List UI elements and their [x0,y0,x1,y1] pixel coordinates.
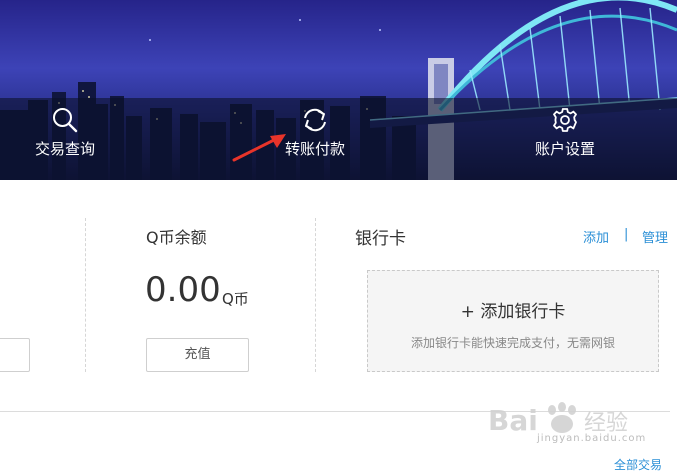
svg-text:Bai: Bai [488,404,538,437]
gear-icon [553,108,577,132]
qcoin-balance-amount: 0.00 [145,270,221,310]
watermark-url: jingyan.baidu.com [537,433,647,444]
nav-account-settings[interactable]: 账户设置 [524,104,606,174]
qcoin-balance-unit: Q币 [222,290,249,308]
add-bank-card-link[interactable]: 添加 [583,227,609,246]
add-bank-card-box[interactable]: + 添加银行卡 添加银行卡能快速完成支付，无需网银 [367,270,659,372]
add-bank-card-description: 添加银行卡能快速完成支付，无需网银 [410,336,615,350]
bank-card-title: 银行卡 [355,229,406,249]
search-icon [53,108,78,133]
nav-transaction-query[interactable]: 交易查询 [24,104,106,174]
nav-label-transaction-query: 交易查询 [34,140,95,158]
column-divider [315,218,316,372]
column-divider [85,218,86,372]
recharge-button[interactable]: 充值 [146,338,249,372]
link-separator: | [624,227,629,242]
manage-bank-card-link[interactable]: 管理 [642,227,668,246]
annotation-arrow-icon [232,134,286,162]
partial-button[interactable] [0,338,30,372]
nav-label-account-settings: 账户设置 [534,140,595,158]
add-bank-card-title: + 添加银行卡 [460,302,566,322]
refresh-icon [304,108,326,132]
qcoin-balance-title: Q币余额 [146,228,207,247]
all-transactions-link[interactable]: 全部交易 [614,456,662,472]
